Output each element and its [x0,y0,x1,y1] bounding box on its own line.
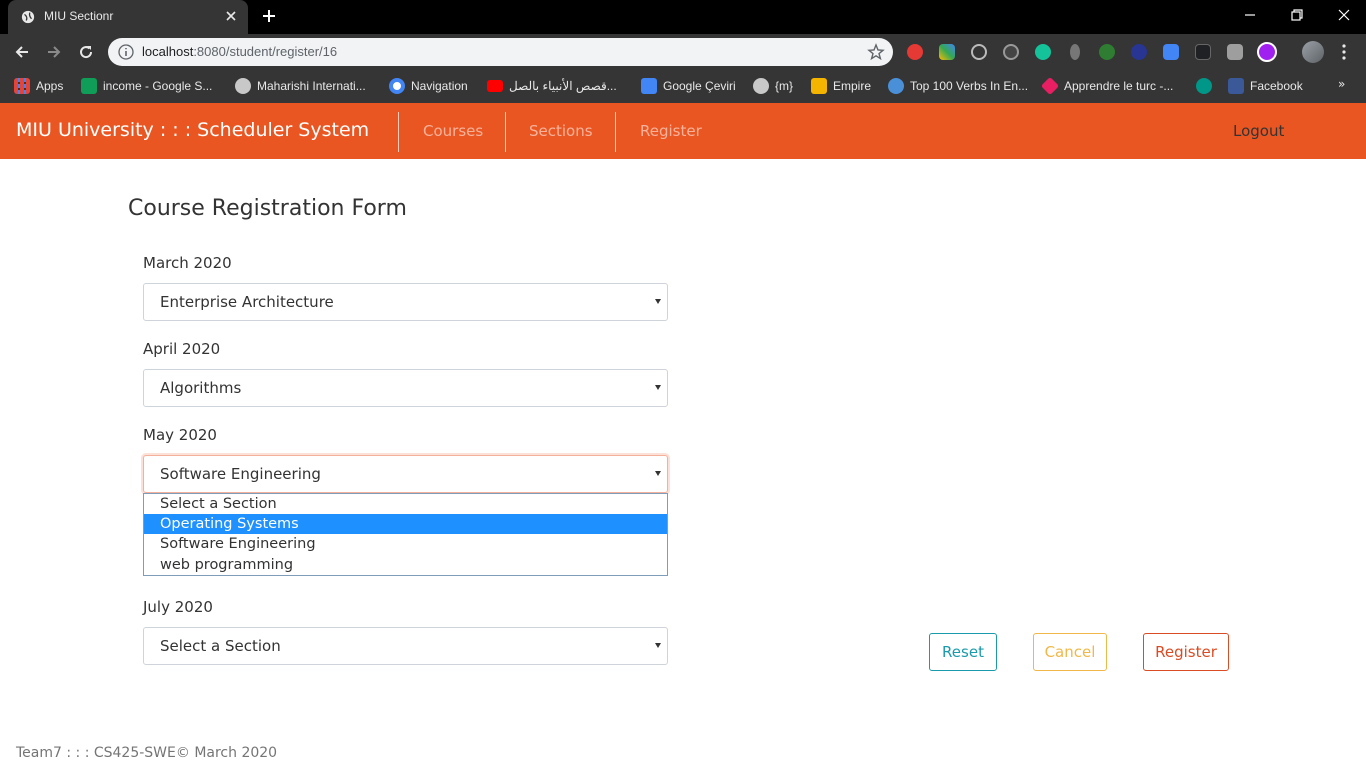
url-text: localhost:8080/student/register/16 [142,44,338,59]
new-tab-icon[interactable] [262,9,276,23]
bookmark-apps[interactable]: Apps [14,77,63,95]
select-value: Algorithms [160,379,242,397]
more-bookmarks-chevron-icon[interactable]: » [1338,77,1345,91]
terminal-extension-icon[interactable] [1195,44,1211,60]
nav-link-sections[interactable]: Sections [529,103,593,159]
reset-button[interactable]: Reset [929,633,997,671]
youtube-icon [487,80,503,92]
bookmark-apprendre-turc[interactable]: Apprendre le turc -... [1040,76,1173,96]
bookmark-facebook[interactable]: Facebook [1228,77,1303,95]
google-sheets-icon [81,78,97,94]
field-label-july: July 2020 [143,598,213,616]
nav-link-courses[interactable]: Courses [423,103,483,159]
adblock-extension-icon[interactable] [907,44,923,60]
nav-divider [505,112,506,152]
dropdown-option[interactable]: Software Engineering [144,534,667,554]
empire-icon [811,78,827,94]
select-dropdown-list: Select a Section Operating Systems Softw… [143,493,668,576]
field-label-march: March 2020 [143,254,232,272]
select-july[interactable]: Select a Section [143,627,668,665]
restore-icon[interactable] [1290,8,1304,22]
bookmarks-bar: Apps income - Google S... Maharishi Inte… [0,70,1366,103]
mouse-extension-icon[interactable] [1070,44,1080,60]
reload-icon[interactable] [77,43,95,61]
app-navbar: MIU University : : : Scheduler System Co… [0,103,1366,159]
bookmark-star-icon[interactable] [867,43,885,61]
browser-toolbar: localhost:8080/student/register/16 [0,34,1366,70]
menu-kebab-icon[interactable] [1342,44,1346,60]
dropdown-option[interactable]: web programming [144,555,667,575]
window-close-icon[interactable] [1337,8,1351,22]
globe-icon [753,78,769,94]
google-translate-icon [641,78,657,94]
select-value: Enterprise Architecture [160,293,334,311]
bookmark-top-100-verbs[interactable]: Top 100 Verbs In En... [888,77,1028,95]
nav-divider [615,112,616,152]
chevron-down-icon [655,385,661,390]
minimize-icon[interactable] [1243,8,1257,22]
site-icon [1040,76,1060,96]
google-translate-extension-icon[interactable] [1163,44,1179,60]
browser-tab[interactable]: MIU Sectionr [8,0,248,34]
facebook-icon [1228,78,1244,94]
dropdown-option-highlighted[interactable]: Operating Systems [144,514,667,534]
chevron-down-icon [655,471,661,476]
sync-extension-icon[interactable] [1003,44,1019,60]
footer-text: Team7 : : : CS425-SWE© March 2020 [16,745,278,761]
shield-extension-icon[interactable] [1131,44,1147,60]
bookmark-arabic-stories[interactable]: قصص الأنبياء بالصل... [487,77,617,95]
grammarly-icon[interactable] [1035,44,1051,60]
select-value: Software Engineering [160,465,321,483]
pinwheel-extension-icon[interactable] [939,44,955,60]
bookmark-google-ceviri[interactable]: Google Çeviri [641,77,736,95]
logout-link[interactable]: Logout [1233,122,1284,140]
select-april[interactable]: Algorithms [143,369,668,407]
close-icon[interactable] [224,9,238,23]
infinity-extension-icon[interactable] [971,44,987,60]
navigation-icon [389,78,405,94]
dropdown-option[interactable]: Select a Section [144,494,667,514]
purple-extension-icon[interactable] [1257,42,1277,62]
cancel-button[interactable]: Cancel [1033,633,1107,671]
tab-title: MIU Sectionr [44,9,114,23]
chevron-down-icon [655,643,661,648]
bookmark-icon [888,78,904,94]
field-label-may: May 2020 [143,426,217,444]
chevron-down-icon [655,299,661,304]
browser-tab-strip: MIU Sectionr [0,0,1366,34]
select-march[interactable]: Enterprise Architecture [143,283,668,321]
back-arrow-icon[interactable] [13,43,31,61]
bookmark-navigation[interactable]: Navigation [389,77,468,95]
globe-icon [21,10,35,24]
info-icon[interactable] [118,44,134,60]
tree-extension-icon[interactable] [1099,44,1115,60]
profile-avatar[interactable] [1302,41,1324,63]
bookmark-m[interactable]: {m} [753,77,793,95]
globe-icon [235,78,251,94]
site-icon [1196,78,1212,94]
bookmark-site[interactable] [1196,77,1212,95]
nav-divider [398,112,399,152]
facebook-extension-icon[interactable] [1227,44,1243,60]
bookmark-empire[interactable]: Empire [811,77,871,95]
nav-link-register[interactable]: Register [640,103,702,159]
select-value: Select a Section [160,637,281,655]
register-button[interactable]: Register [1143,633,1229,671]
apps-grid-icon [14,78,30,94]
bookmark-maharishi[interactable]: Maharishi Internati... [235,77,366,95]
brand-title[interactable]: MIU University : : : Scheduler System [16,119,369,141]
select-may[interactable]: Software Engineering [143,455,668,493]
field-label-april: April 2020 [143,340,221,358]
address-bar[interactable]: localhost:8080/student/register/16 [108,38,893,66]
forward-arrow-icon[interactable] [45,43,63,61]
page-title: Course Registration Form [128,196,407,221]
bookmark-income[interactable]: income - Google S... [81,77,212,95]
